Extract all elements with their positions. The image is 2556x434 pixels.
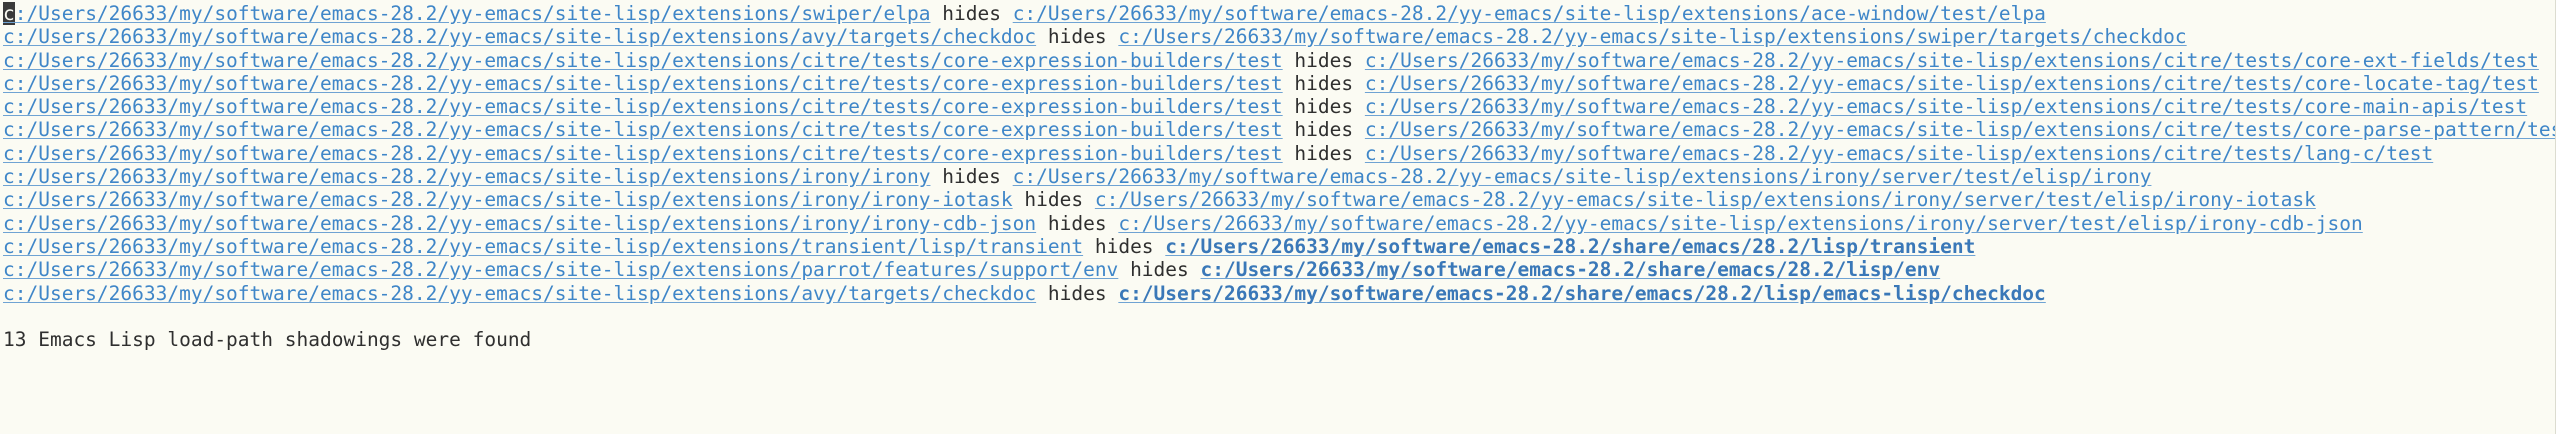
shadowing-line: c:/Users/26633/my/software/emacs-28.2/yy… bbox=[3, 235, 2556, 258]
shadowing-list: c:/Users/26633/my/software/emacs-28.2/yy… bbox=[3, 2, 2556, 305]
shadowed-file-link[interactable]: c:/Users/26633/my/software/emacs-28.2/sh… bbox=[1201, 258, 1941, 281]
shadowing-line: c:/Users/26633/my/software/emacs-28.2/yy… bbox=[3, 118, 2556, 141]
shadowed-file-link[interactable]: c:/Users/26633/my/software/emacs-28.2/sh… bbox=[1118, 282, 2045, 305]
shadowed-file-link[interactable]: c:/Users/26633/my/software/emacs-28.2/yy… bbox=[1365, 49, 2539, 72]
hides-label: hides bbox=[942, 165, 1001, 189]
shadowed-file-link[interactable]: c:/Users/26633/my/software/emacs-28.2/yy… bbox=[1365, 95, 2527, 118]
hides-label: hides bbox=[1294, 95, 1354, 119]
shadowed-file-link[interactable]: c:/Users/26633/my/software/emacs-28.2/yy… bbox=[1013, 165, 2152, 188]
shadowing-line: c:/Users/26633/my/software/emacs-28.2/yy… bbox=[3, 25, 2556, 48]
hides-label: hides bbox=[1130, 258, 1189, 282]
shadowed-file-link[interactable]: c:/Users/26633/my/software/emacs-28.2/sh… bbox=[1165, 235, 1975, 258]
hides-label: hides bbox=[1294, 118, 1354, 142]
hides-label: hides bbox=[1047, 211, 1107, 235]
shadowing-file-link[interactable]: c:/Users/26633/my/software/emacs-28.2/yy… bbox=[3, 258, 1118, 281]
shadowing-line: c:/Users/26633/my/software/emacs-28.2/yy… bbox=[3, 282, 2556, 305]
shadowed-file-link[interactable]: c:/Users/26633/my/software/emacs-28.2/yy… bbox=[1013, 2, 2046, 25]
shadowing-line: c:/Users/26633/my/software/emacs-28.2/yy… bbox=[3, 142, 2556, 165]
hides-label: hides bbox=[1294, 71, 1354, 95]
hides-label: hides bbox=[1294, 141, 1354, 165]
shadowed-file-link[interactable]: c:/Users/26633/my/software/emacs-28.2/yy… bbox=[1365, 142, 2433, 165]
shadowing-file-link[interactable]: c:/Users/26633/my/software/emacs-28.2/yy… bbox=[3, 118, 1283, 141]
hides-label: hides bbox=[1024, 188, 1084, 212]
shadowed-file-link[interactable]: c:/Users/26633/my/software/emacs-28.2/yy… bbox=[1118, 212, 2362, 235]
shadowing-file-link[interactable]: c:/Users/26633/my/software/emacs-28.2/yy… bbox=[3, 72, 1283, 95]
shadowing-line: c:/Users/26633/my/software/emacs-28.2/yy… bbox=[3, 212, 2556, 235]
shadowed-file-link[interactable]: c:/Users/26633/my/software/emacs-28.2/yy… bbox=[1118, 25, 2186, 48]
shadowed-file-link[interactable]: c:/Users/26633/my/software/emacs-28.2/yy… bbox=[1095, 188, 2316, 211]
shadowing-line: c:/Users/26633/my/software/emacs-28.2/yy… bbox=[3, 165, 2556, 188]
shadowing-file-link[interactable]: c:/Users/26633/my/software/emacs-28.2/yy… bbox=[3, 235, 1083, 258]
shadowing-line: c:/Users/26633/my/software/emacs-28.2/yy… bbox=[3, 95, 2556, 118]
shadowings-buffer: c:/Users/26633/my/software/emacs-28.2/yy… bbox=[3, 2, 2556, 351]
shadowing-file-link[interactable]: c:/Users/26633/my/software/emacs-28.2/yy… bbox=[3, 282, 1036, 305]
shadowing-file-link[interactable]: c:/Users/26633/my/software/emacs-28.2/yy… bbox=[3, 2, 930, 25]
shadowings-summary: 13 Emacs Lisp load-path shadowings were … bbox=[3, 328, 532, 352]
shadowing-file-link[interactable]: c:/Users/26633/my/software/emacs-28.2/yy… bbox=[3, 188, 1013, 211]
shadowing-line: c:/Users/26633/my/software/emacs-28.2/yy… bbox=[3, 49, 2556, 72]
hides-label: hides bbox=[1047, 281, 1107, 305]
shadowed-file-link[interactable]: c:/Users/26633/my/software/emacs-28.2/yy… bbox=[1365, 72, 2539, 95]
hides-label: hides bbox=[1047, 25, 1107, 49]
hides-label: hides bbox=[1294, 48, 1354, 72]
shadowing-file-link[interactable]: c:/Users/26633/my/software/emacs-28.2/yy… bbox=[3, 49, 1283, 72]
shadowing-line: c:/Users/26633/my/software/emacs-28.2/yy… bbox=[3, 258, 2556, 281]
hides-label: hides bbox=[942, 2, 1001, 25]
shadowed-file-link[interactable]: c:/Users/26633/my/software/emacs-28.2/yy… bbox=[1365, 118, 2556, 141]
shadowing-line: c:/Users/26633/my/software/emacs-28.2/yy… bbox=[3, 2, 2556, 25]
shadowing-file-link[interactable]: c:/Users/26633/my/software/emacs-28.2/yy… bbox=[3, 142, 1283, 165]
shadowing-file-link[interactable]: c:/Users/26633/my/software/emacs-28.2/yy… bbox=[3, 212, 1036, 235]
shadowing-file-link[interactable]: c:/Users/26633/my/software/emacs-28.2/yy… bbox=[3, 25, 1036, 48]
shadowing-line: c:/Users/26633/my/software/emacs-28.2/yy… bbox=[3, 72, 2556, 95]
shadowing-file-link[interactable]: c:/Users/26633/my/software/emacs-28.2/yy… bbox=[3, 165, 930, 188]
text-cursor: c bbox=[3, 2, 15, 25]
shadowing-line: c:/Users/26633/my/software/emacs-28.2/yy… bbox=[3, 188, 2556, 211]
shadowing-file-link[interactable]: c:/Users/26633/my/software/emacs-28.2/yy… bbox=[3, 95, 1283, 118]
hides-label: hides bbox=[1094, 234, 1154, 258]
